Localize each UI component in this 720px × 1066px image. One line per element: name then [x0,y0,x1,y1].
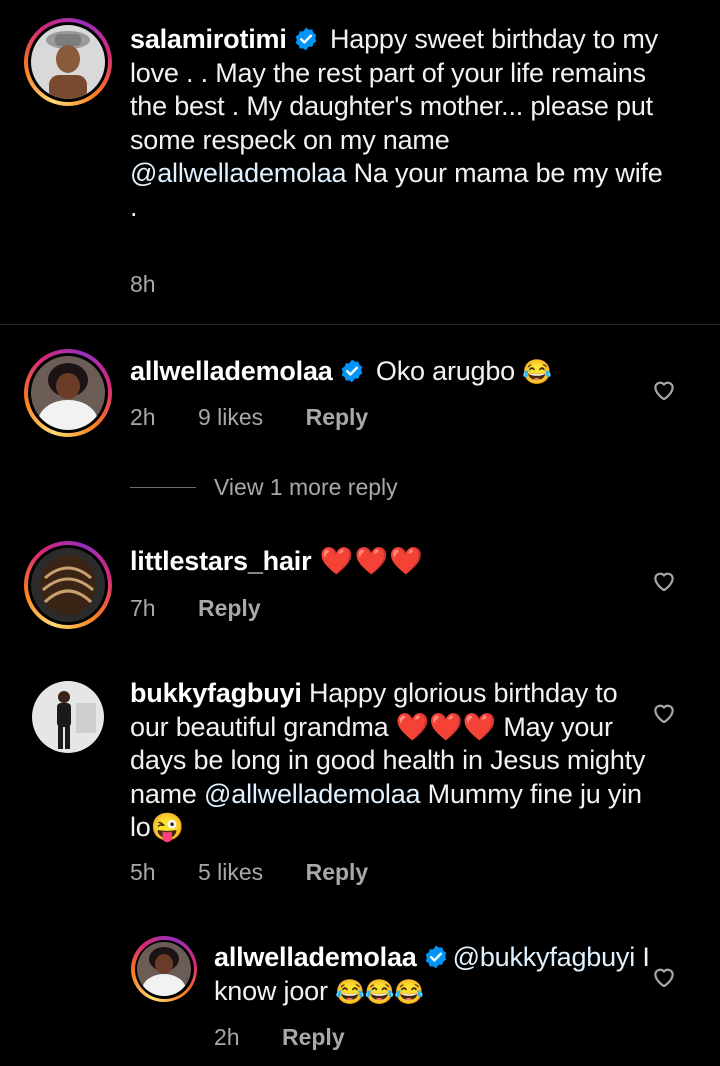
verified-badge-icon [341,359,362,383]
likes-count[interactable]: 9 likes [198,404,263,430]
comment-body: littlestars_hair ❤️❤️❤️ [130,545,650,579]
timestamp: 8h [130,271,156,297]
timestamp: 2h [130,404,156,430]
comment-meta: 5h 5 likes Reply [130,859,404,886]
username[interactable]: allwellademolaa [130,356,333,386]
comment-meta: 8h [130,271,192,298]
view-more-label[interactable]: View 1 more reply [214,474,398,501]
emoji-laugh: 😂 [522,359,552,386]
avatar-story-ring[interactable] [24,349,112,437]
comment-body: allwellademolaa Oko arugbo 😂 [130,355,650,390]
avatar [31,25,105,99]
reply-button[interactable]: Reply [282,1024,345,1050]
username[interactable]: allwellademolaa [214,942,417,972]
verified-badge-icon [425,945,446,969]
avatar[interactable] [32,681,104,753]
divider [0,324,720,325]
mention-link[interactable]: @allwellademolaa [130,158,347,188]
view-more-line [130,487,196,488]
comment-body: bukkyfagbuyi Happy glorious birthday to … [130,677,650,845]
reply-button[interactable]: Reply [198,595,261,621]
comment-body: salamirotimi Happy sweet birthday to my … [130,23,670,224]
verified-badge-icon [295,27,316,51]
heart-outline-icon[interactable] [651,568,677,594]
comment-text: ❤️❤️❤️ [311,546,424,576]
comment-meta: 2h Reply [214,1024,381,1051]
avatar [137,942,191,996]
comment-text: Oko arugbo [368,356,523,386]
comment-body: allwellademolaa @bukkyfagbuyi I know joor… [214,941,654,1009]
timestamp: 5h [130,859,156,885]
heart-outline-icon[interactable] [651,377,677,403]
avatar [31,548,105,622]
reply-button[interactable]: Reply [306,859,369,885]
heart-outline-icon[interactable] [651,964,677,990]
avatar-story-ring[interactable] [131,936,197,1002]
comment-meta: 7h Reply [130,595,297,622]
username[interactable]: salamirotimi [130,24,287,54]
avatar [31,356,105,430]
username[interactable]: bukkyfagbuyi [130,678,302,708]
comment-meta: 2h 9 likes Reply [130,404,404,431]
view-more-replies[interactable]: View 1 more reply [130,474,398,501]
username[interactable]: littlestars_hair [130,546,312,576]
emoji-laugh: 😂😂😂 [335,978,425,1006]
mention-link[interactable]: @bukkyfagbuyi [453,942,636,972]
mention-link[interactable]: @allwellademolaa [204,779,421,809]
avatar-story-ring[interactable] [24,541,112,629]
heart-outline-icon[interactable] [651,700,677,726]
reply-button[interactable]: Reply [306,404,369,430]
timestamp: 7h [130,595,156,621]
timestamp: 2h [214,1024,240,1050]
likes-count[interactable]: 5 likes [198,859,263,885]
avatar-story-ring[interactable] [24,18,112,106]
